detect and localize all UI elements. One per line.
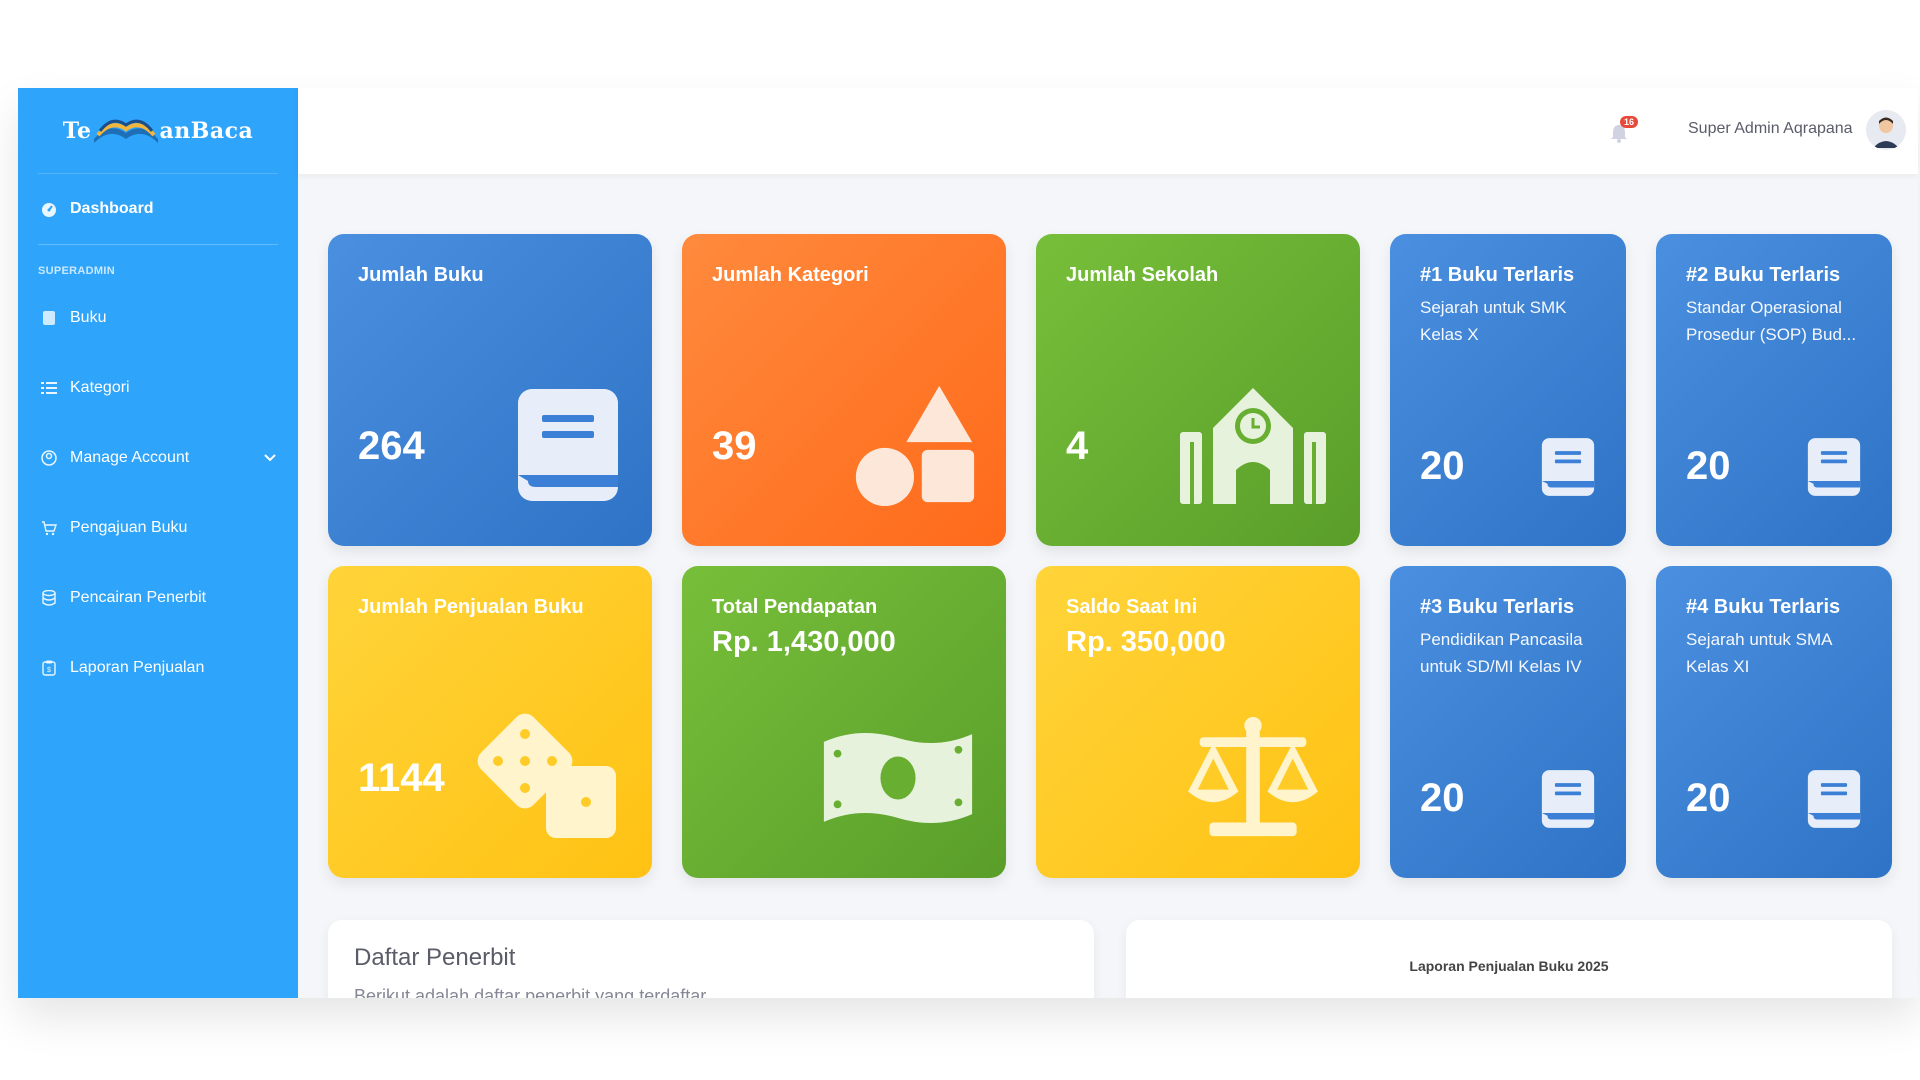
- card-subtitle: Standar Operasional Prosedur (SOP) Bud..…: [1686, 298, 1857, 344]
- card-title: Jumlah Penjualan Buku: [358, 596, 584, 618]
- notification-badge: 16: [1620, 116, 1639, 128]
- card-value: 264: [358, 424, 425, 468]
- card-value: 20: [1686, 444, 1731, 488]
- user-circle-icon: [38, 450, 60, 466]
- sidebar-heading: SUPERADMIN: [38, 265, 115, 277]
- sidebar-item-label: Pengajuan Buku: [70, 519, 188, 536]
- app-window: Te anBaca Dashboard SUPERADMIN Buku Kate…: [18, 88, 1918, 998]
- card-value: 4: [1066, 424, 1089, 468]
- card-value: 1144: [358, 756, 445, 800]
- brand-name-left: Te: [62, 117, 92, 144]
- cart-icon: [38, 520, 60, 536]
- sidebar-item-label: Buku: [70, 309, 107, 326]
- card-title: Jumlah Kategori: [712, 264, 869, 286]
- card-amount: Rp. 1,430,000: [712, 626, 896, 658]
- sidebar-item-label: Kategori: [70, 379, 130, 396]
- brand-name: Te anBaca: [63, 111, 254, 151]
- card-buku-terlaris-3[interactable]: #3 Buku Terlaris Pendidikan Pancasila un…: [1390, 566, 1626, 878]
- card-title: #2 Buku Terlaris: [1686, 264, 1841, 286]
- book-icon: [1541, 770, 1595, 828]
- sidebar-item-dashboard[interactable]: Dashboard: [18, 174, 298, 244]
- card-jumlah-buku[interactable]: Jumlah Buku 264: [328, 234, 652, 546]
- list-icon: [38, 381, 60, 395]
- panel-title: Daftar Penerbit: [354, 944, 516, 971]
- sidebar-item-label: Dashboard: [70, 200, 154, 217]
- sidebar-item-buku[interactable]: Buku: [18, 283, 298, 353]
- card-value: 20: [1420, 776, 1465, 820]
- card-total-pendapatan[interactable]: Total Pendapatan Rp. 1,430,000: [682, 566, 1006, 878]
- sidebar-item-kategori[interactable]: Kategori: [18, 353, 298, 423]
- card-title: Saldo Saat Ini: [1066, 596, 1198, 618]
- card-subtitle: Pendidikan Pancasila untuk SD/MI Kelas I…: [1420, 630, 1583, 676]
- sidebar-item-label: Pencairan Penerbit: [70, 589, 207, 606]
- card-buku-terlaris-2[interactable]: #2 Buku Terlaris Standar Operasional Pro…: [1656, 234, 1892, 546]
- sidebar-item-manage-account[interactable]: Manage Account: [18, 423, 298, 493]
- clipboard-icon: $: [38, 660, 60, 676]
- card-title: Jumlah Buku: [358, 264, 484, 286]
- panel-subtitle: Berikut adalah daftar penerbit yang terd…: [354, 986, 707, 998]
- book-icon: [1541, 438, 1595, 496]
- book-icon: [38, 310, 60, 326]
- sidebar-item-pencairan-penerbit[interactable]: Pencairan Penerbit: [18, 563, 298, 633]
- card-value: 39: [712, 424, 757, 468]
- sidebar-item-label: Manage Account: [70, 449, 190, 466]
- card-jumlah-penjualan[interactable]: Jumlah Penjualan Buku 1144: [328, 566, 652, 878]
- tachometer-icon: [38, 201, 60, 217]
- balance-scale-icon: [1188, 716, 1318, 837]
- school-icon: [1180, 388, 1326, 504]
- book-icon: [1807, 770, 1861, 828]
- panel-daftar-penerbit: Daftar Penerbit Berikut adalah daftar pe…: [328, 920, 1094, 998]
- chevron-down-icon[interactable]: [264, 449, 276, 467]
- card-subtitle: Sejarah untuk SMA Kelas XI: [1686, 630, 1832, 676]
- svg-text:$: $: [47, 667, 51, 674]
- user-name[interactable]: Super Admin Aqrapana: [1688, 120, 1853, 138]
- card-title: #3 Buku Terlaris: [1420, 596, 1575, 618]
- avatar[interactable]: [1866, 110, 1906, 150]
- open-book-icon: [93, 119, 158, 143]
- sidebar: Te anBaca Dashboard SUPERADMIN Buku Kate…: [18, 88, 298, 998]
- card-amount: Rp. 350,000: [1066, 626, 1226, 658]
- panel-laporan-penjualan-chart: Laporan Penjualan Buku 2025: [1126, 920, 1892, 998]
- card-saldo[interactable]: Saldo Saat Ini Rp. 350,000: [1036, 566, 1360, 878]
- book-icon: [518, 389, 618, 501]
- sidebar-item-pengajuan-buku[interactable]: Pengajuan Buku: [18, 493, 298, 563]
- card-jumlah-kategori[interactable]: Jumlah Kategori 39: [682, 234, 1006, 546]
- card-title: #1 Buku Terlaris: [1420, 264, 1575, 286]
- card-buku-terlaris-1[interactable]: #1 Buku Terlaris Sejarah untuk SMK Kelas…: [1390, 234, 1626, 546]
- chart-title: Laporan Penjualan Buku 2025: [1409, 958, 1609, 974]
- card-title: Total Pendapatan: [712, 596, 878, 618]
- card-buku-terlaris-4[interactable]: #4 Buku Terlaris Sejarah untuk SMA Kelas…: [1656, 566, 1892, 878]
- dice-icon: [477, 713, 616, 838]
- card-value: 20: [1420, 444, 1465, 488]
- database-icon: [38, 590, 60, 606]
- card-subtitle: Sejarah untuk SMK Kelas X: [1420, 298, 1567, 344]
- sidebar-item-label: Laporan Penjualan: [70, 659, 205, 676]
- brand-logo[interactable]: Te anBaca: [38, 88, 278, 174]
- book-icon: [1807, 438, 1861, 496]
- money-bill-icon: [823, 733, 973, 823]
- user-avatar-icon: [1866, 110, 1906, 150]
- topbar: 16 Super Admin Aqrapana: [298, 88, 1918, 174]
- brand-name-right: anBaca: [159, 117, 254, 144]
- card-title: Jumlah Sekolah: [1066, 264, 1219, 286]
- card-jumlah-sekolah[interactable]: Jumlah Sekolah 4: [1036, 234, 1360, 546]
- card-title: #4 Buku Terlaris: [1686, 596, 1841, 618]
- shapes-icon: [855, 385, 975, 507]
- card-value: 20: [1686, 776, 1731, 820]
- sidebar-item-laporan-penjualan[interactable]: $ Laporan Penjualan: [18, 633, 298, 703]
